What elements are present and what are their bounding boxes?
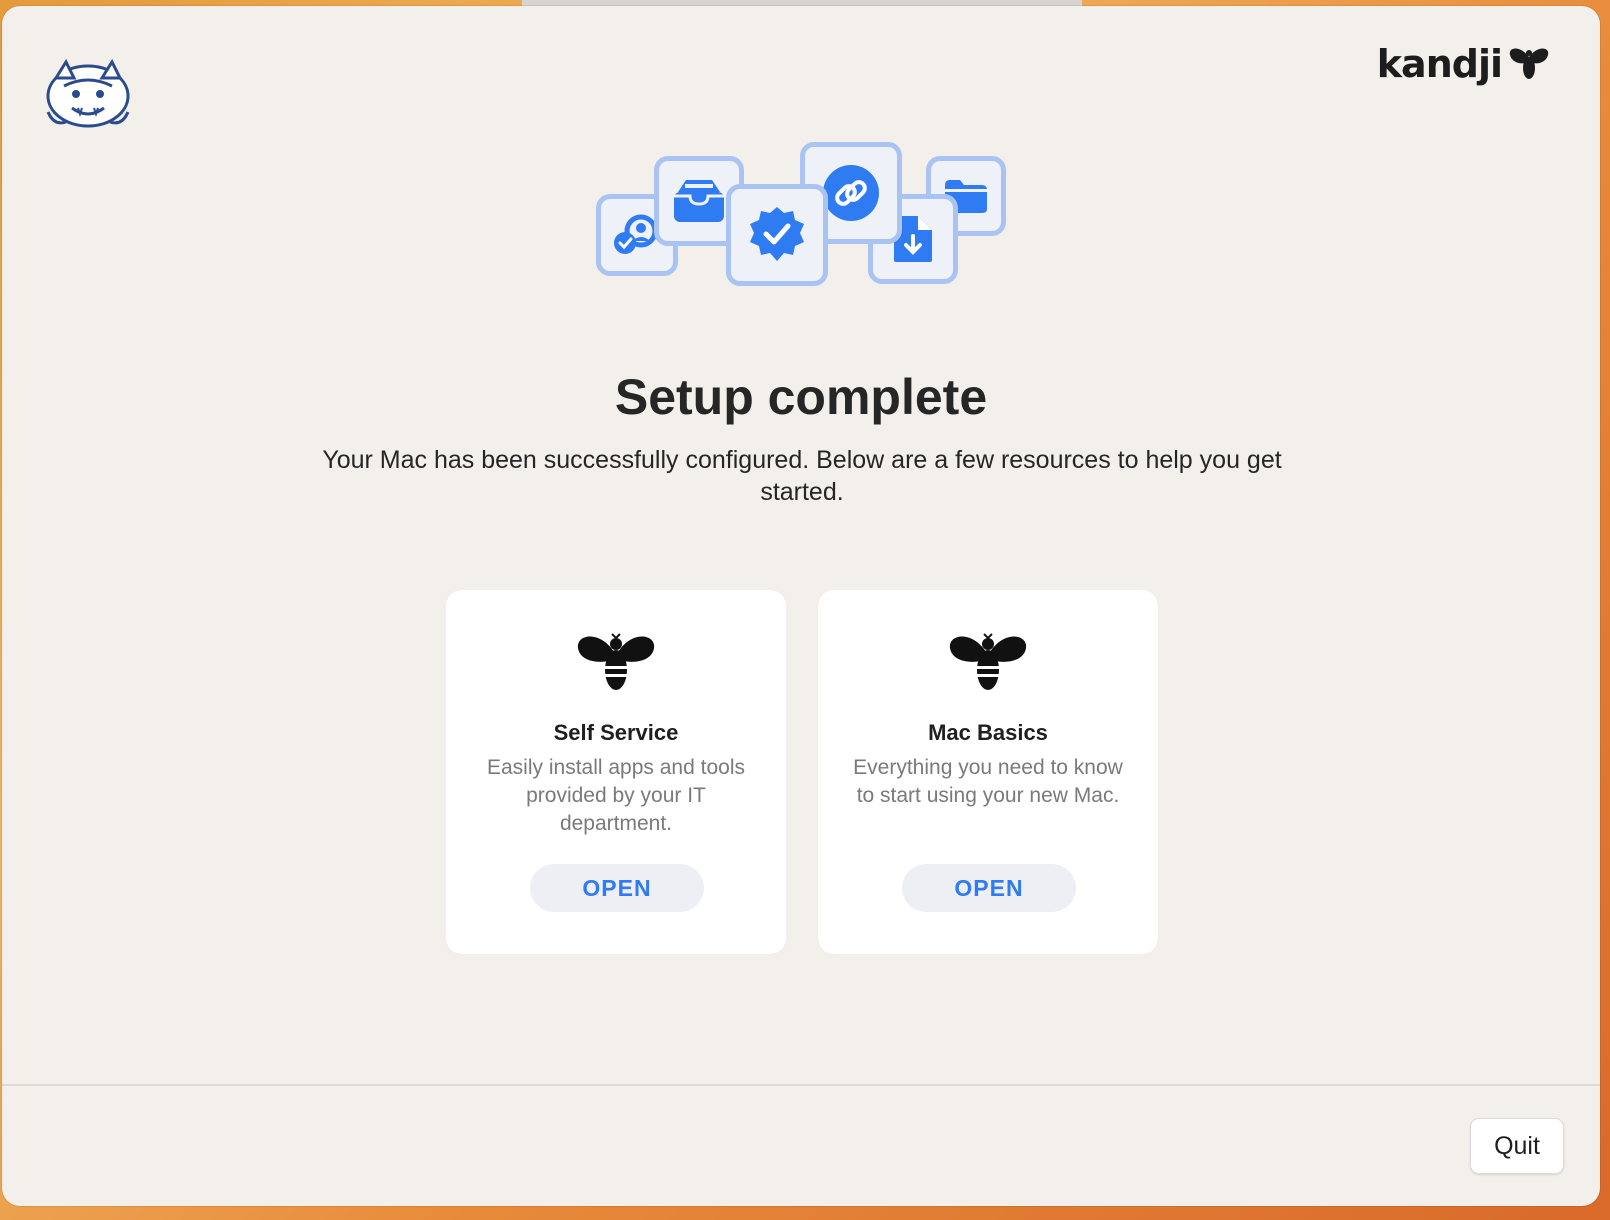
card-description: Easily install apps and tools provided b…: [487, 756, 745, 835]
brand-name: kandji: [1376, 42, 1503, 86]
kandji-logo: kandji: [1377, 42, 1552, 86]
page-title: Setup complete: [614, 369, 988, 425]
card-title: Mac Basics: [928, 720, 1048, 745]
mac-basics-open-button[interactable]: OPEN: [902, 864, 1076, 912]
hero-illustration: [596, 136, 1008, 286]
bee-icon: [1506, 43, 1552, 86]
self-service-card: Self Service Easily install apps and too…: [446, 590, 786, 954]
self-service-open-button[interactable]: OPEN: [530, 864, 704, 912]
quit-button[interactable]: Quit: [1470, 1118, 1564, 1174]
bee-icon: [946, 630, 1030, 692]
card-description: Everything you need to know to start usi…: [853, 756, 1123, 807]
verified-badge-icon: [726, 184, 828, 286]
setup-window: kandji Setup complete Your Mac has been …: [2, 6, 1600, 1206]
wildcat-mascot-icon: [42, 56, 134, 132]
bee-icon: [574, 630, 658, 692]
footer-divider: [2, 1084, 1600, 1086]
card-title: Self Service: [553, 720, 679, 745]
mac-basics-card: Mac Basics Everything you need to know t…: [818, 590, 1158, 954]
page-subtitle: Your Mac has been successfully configure…: [322, 446, 1282, 506]
